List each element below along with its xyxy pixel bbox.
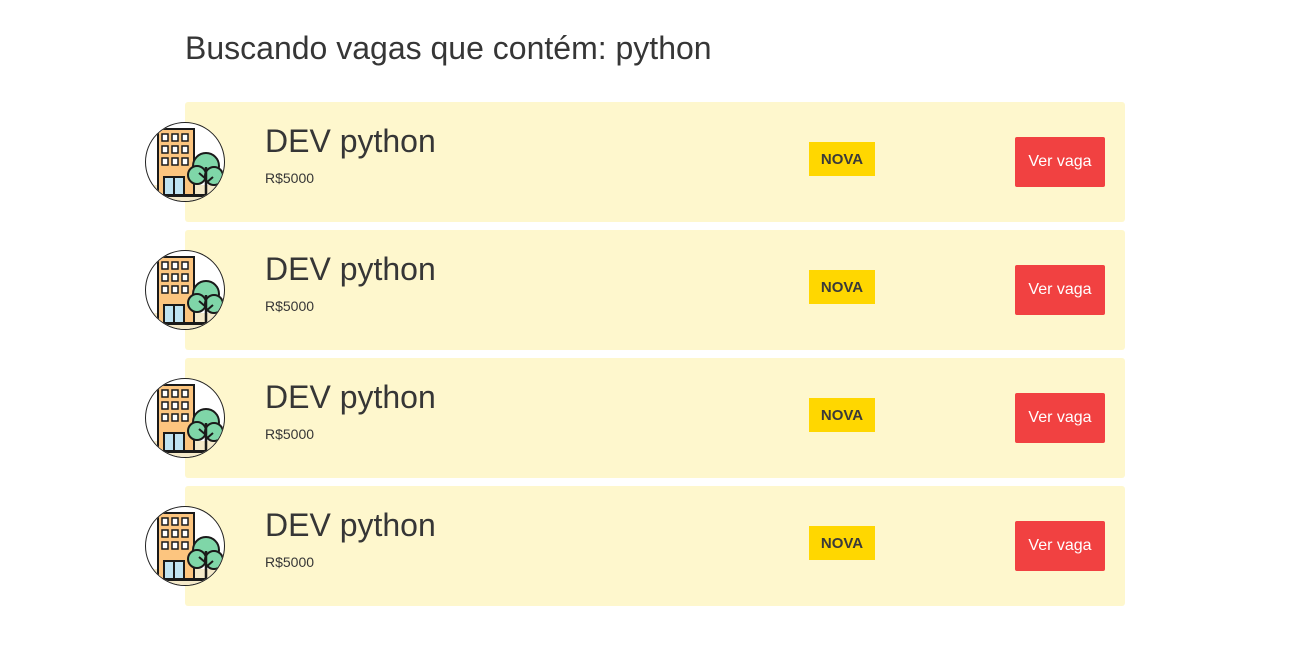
search-heading: Buscando vagas que contém: python — [185, 30, 712, 66]
building-with-tree-icon — [145, 250, 225, 330]
job-salary: R$5000 — [265, 298, 315, 314]
job-card: DEV python R$5000 NOVA Ver vaga — [145, 230, 1125, 350]
new-badge: NOVA — [809, 526, 875, 560]
job-list: DEV python R$5000 NOVA Ver vaga DEV pyth… — [145, 102, 1125, 614]
view-job-button[interactable]: Ver vaga — [1015, 521, 1105, 571]
building-with-tree-icon — [145, 378, 225, 458]
job-title: DEV python — [265, 251, 436, 287]
view-job-button[interactable]: Ver vaga — [1015, 137, 1105, 187]
job-card: DEV python R$5000 NOVA Ver vaga — [145, 358, 1125, 478]
new-badge: NOVA — [809, 270, 875, 304]
job-salary: R$5000 — [265, 554, 315, 570]
search-results-page: Buscando vagas que contém: python DEV py… — [0, 0, 1312, 662]
view-job-button[interactable]: Ver vaga — [1015, 265, 1105, 315]
job-card: DEV python R$5000 NOVA Ver vaga — [145, 102, 1125, 222]
building-with-tree-icon — [145, 506, 225, 586]
new-badge: NOVA — [809, 142, 875, 176]
building-with-tree-icon — [145, 122, 225, 202]
new-badge: NOVA — [809, 398, 875, 432]
job-salary: R$5000 — [265, 426, 315, 442]
job-title: DEV python — [265, 507, 436, 543]
view-job-button[interactable]: Ver vaga — [1015, 393, 1105, 443]
job-title: DEV python — [265, 123, 436, 159]
job-title: DEV python — [265, 379, 436, 415]
job-salary: R$5000 — [265, 170, 315, 186]
job-card: DEV python R$5000 NOVA Ver vaga — [145, 486, 1125, 606]
